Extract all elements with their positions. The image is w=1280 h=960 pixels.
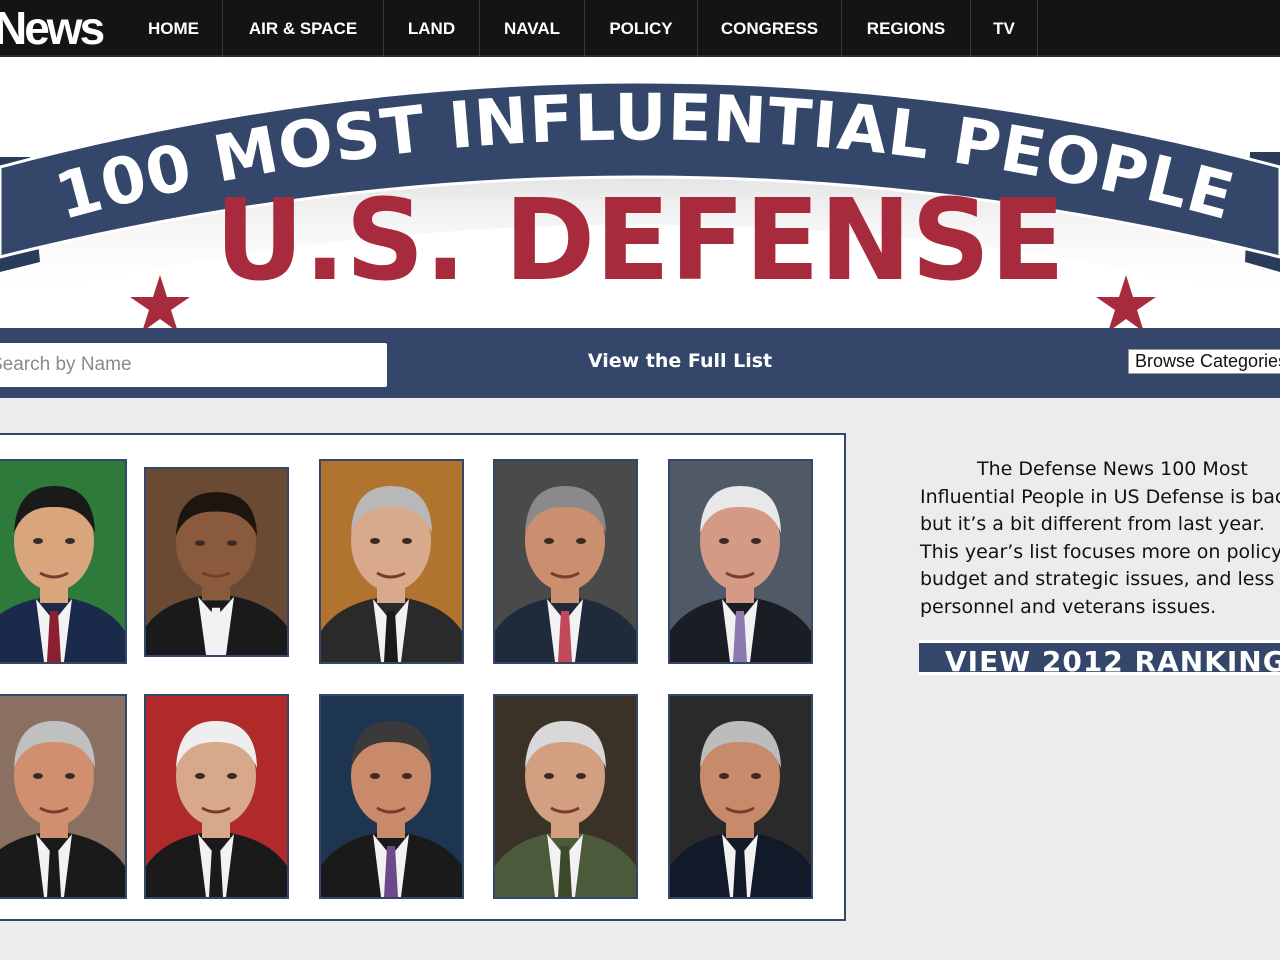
people-grid [0,433,846,921]
intro-line: but it’s a bit different from last year. [920,513,1265,535]
portrait-5 [670,461,811,662]
portrait-3 [321,461,462,662]
portrait-2 [146,469,287,655]
nav-congress[interactable]: CONGRESS [698,0,842,57]
person-photo[interactable] [668,694,813,899]
site-logo[interactable]: News [0,4,105,52]
search-by-name-input[interactable] [0,343,387,387]
nav-land[interactable]: LAND [384,0,480,57]
intro-line: budget and strategic issues, and less on [920,568,1280,590]
person-photo[interactable] [319,459,464,664]
portrait-10 [670,696,811,897]
portrait-6 [0,696,125,897]
star-left-icon [130,275,190,328]
top-navigation: News HOME AIR & SPACE LAND NAVAL POLICY … [0,0,1280,57]
intro-line: Influential People in US Defense is back… [920,485,1280,508]
intro-line: The Defense News 100 Most [977,458,1248,480]
person-photo[interactable] [144,467,289,657]
nav-home[interactable]: HOME [125,0,223,57]
nav-naval[interactable]: NAVAL [480,0,585,57]
hero-banner: 100 MOST INFLUENTIAL PEOPLE U.S. DEFENSE [0,57,1280,328]
portrait-8 [321,696,462,897]
person-photo[interactable] [144,694,289,899]
intro-line: This year’s list focuses more on policy, [920,540,1280,563]
nav-policy[interactable]: POLICY [585,0,698,57]
intro-text: The Defense News 100 Most Influential Pe… [920,456,1280,621]
browse-categories-select[interactable]: Browse Categories [1128,349,1280,374]
intro-line: personnel and veterans issues. [920,595,1217,618]
portrait-1 [0,461,125,662]
banner-graphic: 100 MOST INFLUENTIAL PEOPLE U.S. DEFENSE [0,80,1280,328]
person-photo[interactable] [493,459,638,664]
search-bar: View the Full List Browse Categories [0,328,1280,398]
portrait-9 [495,696,636,897]
person-photo[interactable] [493,694,638,899]
portrait-7 [146,696,287,897]
person-photo[interactable] [0,459,127,664]
nav-tv[interactable]: TV [971,0,1038,57]
person-photo[interactable] [319,694,464,899]
person-photo[interactable] [668,459,813,664]
portrait-4 [495,461,636,662]
star-right-icon [1096,275,1156,328]
view-2012-rankings-button[interactable]: VIEW 2012 RANKINGS [919,640,1280,675]
nav-air-space[interactable]: AIR & SPACE [223,0,384,57]
view-full-list-link[interactable]: View the Full List [560,350,800,372]
banner-headline: U.S. DEFENSE [215,176,1065,306]
nav-regions[interactable]: REGIONS [842,0,971,57]
person-photo[interactable] [0,694,127,899]
